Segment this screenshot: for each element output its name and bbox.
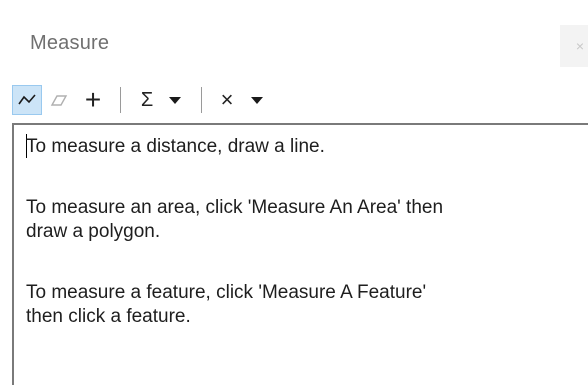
sigma-icon: Σ [140,88,154,111]
x-icon: × [220,87,234,112]
instruction-feature-line2: then click a feature. [26,306,191,327]
measure-toolbar: + Σ × [12,82,588,118]
chevron-down-icon [251,96,264,104]
instruction-area-line1: To measure an area, click 'Measure An Ar… [26,197,444,218]
measure-window: Measure × + Σ × To measure a distance, d… [0,0,588,385]
sum-dropdown[interactable]: Σ [133,85,189,115]
toolbar-separator [120,87,121,113]
measure-area-button[interactable] [44,85,74,115]
toolbar-separator [201,87,202,113]
instruction-feature-line1: To measure a feature, click 'Measure A F… [26,282,427,303]
instruction-area-line2: draw a polygon. [26,221,161,242]
measure-feature-button[interactable]: + [78,84,108,115]
polygon-icon [50,95,68,106]
window-title: Measure [30,32,110,54]
chevron-down-icon [169,96,182,104]
polyline-icon [18,94,36,105]
instruction-distance: To measure a distance, draw a line. [26,136,325,157]
measure-line-button[interactable] [12,85,42,115]
plus-icon: + [84,84,102,115]
measurement-results-area[interactable] [12,123,588,385]
title-bar: Measure × [0,0,588,78]
clear-dropdown[interactable]: × [214,85,270,115]
close-icon: × [575,38,585,54]
close-button[interactable]: × [560,25,588,67]
